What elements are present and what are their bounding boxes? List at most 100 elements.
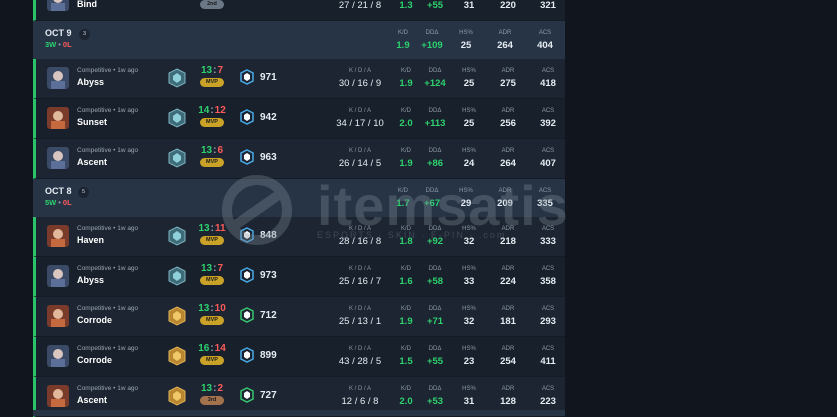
kda-header: K / D / A [348, 346, 371, 352]
day-acs: 335 [537, 198, 553, 209]
rating-value: 971 [260, 72, 277, 83]
loss-suffix: L [67, 198, 72, 207]
kda-header: K / D / A [348, 266, 371, 272]
kda-value: 27 / 21 / 8 [338, 0, 382, 11]
rank-icon [168, 226, 186, 251]
rounds-won: 13 [198, 223, 210, 234]
match-row[interactable]: Competitive • 1w ago Ascent 13:6 MVP 963 K / … [33, 139, 565, 179]
day-acs: 404 [537, 40, 553, 51]
rounds-lost: 7 [217, 263, 224, 274]
kda-header: K / D / A [348, 306, 371, 312]
match-row[interactable]: Competitive • 1w ago Haven 13:11 MVP 848 K / … [33, 217, 565, 257]
rating-icon [239, 149, 255, 170]
acs-value: 333 [540, 236, 556, 247]
match-score: 13:11 [198, 223, 226, 234]
placement-badge: MVP [200, 78, 224, 87]
rank-icon [168, 148, 186, 173]
kda-value: 26 / 14 / 5 [338, 158, 382, 169]
rating-icon [239, 227, 255, 248]
hs-header: HS% [462, 148, 476, 154]
rating-icon [239, 347, 255, 368]
match-history-panel: Bind 2nd 27 / 21 / 8 1.3 +55 31 220 321 … [33, 0, 565, 417]
acs-value: 418 [540, 78, 556, 89]
day-date: OCT 8 [45, 186, 72, 196]
rounds-lost: 11 [214, 223, 226, 234]
agent-avatar [47, 107, 69, 129]
placement-badge: MVP [200, 236, 224, 245]
hs-header: HS% [462, 386, 476, 392]
rating-icon [239, 267, 255, 288]
match-meta: Competitive • 1w ago [77, 147, 139, 154]
rating-value: 963 [260, 152, 277, 163]
day-adr: 264 [497, 40, 513, 51]
match-row[interactable]: Competitive • 1w ago Abyss 13:7 MVP 971 K / D… [33, 59, 565, 99]
adr-value: 254 [500, 356, 516, 367]
rank-icon [168, 346, 186, 371]
day-hs: 25 [460, 40, 472, 51]
acs-value: 223 [540, 396, 556, 407]
loss-suffix: L [67, 40, 72, 49]
map-name: Corrode [77, 355, 113, 365]
adr-header: ADR [498, 30, 512, 36]
rating-icon [239, 109, 255, 130]
placement-badge: MVP [200, 356, 224, 365]
match-row[interactable]: Competitive • 1w ago Corrode 16:14 MVP 899 K … [33, 337, 565, 377]
map-name: Haven [77, 235, 105, 245]
rounds-won: 13 [200, 263, 213, 274]
rank-icon [168, 68, 186, 93]
kda-value: 30 / 16 / 9 [338, 78, 382, 89]
match-row[interactable]: Competitive • 1w ago Corrode 13:10 MVP 712 K … [33, 297, 565, 337]
map-name: Abyss [77, 275, 105, 285]
adr-value: 224 [500, 276, 516, 287]
map-name: Corrode [77, 315, 113, 325]
kda-value: 28 / 16 / 8 [338, 236, 382, 247]
match-score: 13:7 [200, 65, 224, 76]
rounds-lost: 12 [214, 105, 226, 116]
agent-avatar [47, 0, 69, 11]
match-row[interactable]: Competitive • 1w ago Sunset 14:12 MVP 942 K /… [33, 99, 565, 139]
placement-badge: MVP [200, 316, 224, 325]
match-score: 13:10 [198, 303, 226, 314]
hs-header: HS% [462, 306, 476, 312]
day-adr: 209 [497, 198, 513, 209]
acs-header: ACS [541, 68, 555, 74]
rounds-lost: 6 [217, 145, 224, 156]
adr-header: ADR [501, 386, 515, 392]
acs-value: 407 [540, 158, 556, 169]
rating-value: 712 [260, 310, 277, 321]
acs-header: ACS [541, 386, 555, 392]
adr-header: ADR [501, 226, 515, 232]
hs-header: HS% [462, 266, 476, 272]
acs-value: 293 [540, 316, 556, 327]
day-record: 5W • 0L [45, 198, 72, 207]
rounds-won: 13 [200, 65, 213, 76]
rating-value: 848 [260, 230, 277, 241]
match-meta: Competitive • 1w ago [77, 67, 139, 74]
rating-value: 727 [260, 390, 277, 401]
hs-value: 31 [463, 0, 475, 11]
rating-value: 973 [260, 270, 277, 281]
acs-header: ACS [541, 108, 555, 114]
rounds-lost: 7 [217, 65, 224, 76]
rating-icon [239, 307, 255, 328]
acs-value: 411 [540, 356, 556, 367]
rank-icon [168, 306, 186, 331]
rounds-won: 13 [200, 383, 213, 394]
rounds-lost: 14 [214, 343, 226, 354]
rank-icon [168, 266, 186, 291]
map-name: Ascent [77, 157, 108, 167]
hs-header: HS% [459, 30, 473, 36]
agent-avatar [47, 385, 69, 407]
match-score: 16:14 [198, 343, 226, 354]
kda-value: 43 / 28 / 5 [338, 356, 382, 367]
map-name: Sunset [77, 117, 108, 127]
match-row[interactable]: Competitive • 1w ago Abyss 13:7 MVP 973 K / D… [33, 257, 565, 297]
day-record: 3W • 0L [45, 40, 72, 49]
hs-header: HS% [459, 188, 473, 194]
placement-badge: MVP [200, 276, 224, 285]
match-meta: Competitive • 1w ago [77, 385, 139, 392]
acs-header: ACS [541, 226, 555, 232]
match-row-top[interactable]: Bind 2nd 27 / 21 / 8 1.3 +55 31 220 321 [33, 0, 565, 21]
placement-badge: 2nd [200, 0, 224, 9]
adr-value: 256 [500, 118, 516, 129]
